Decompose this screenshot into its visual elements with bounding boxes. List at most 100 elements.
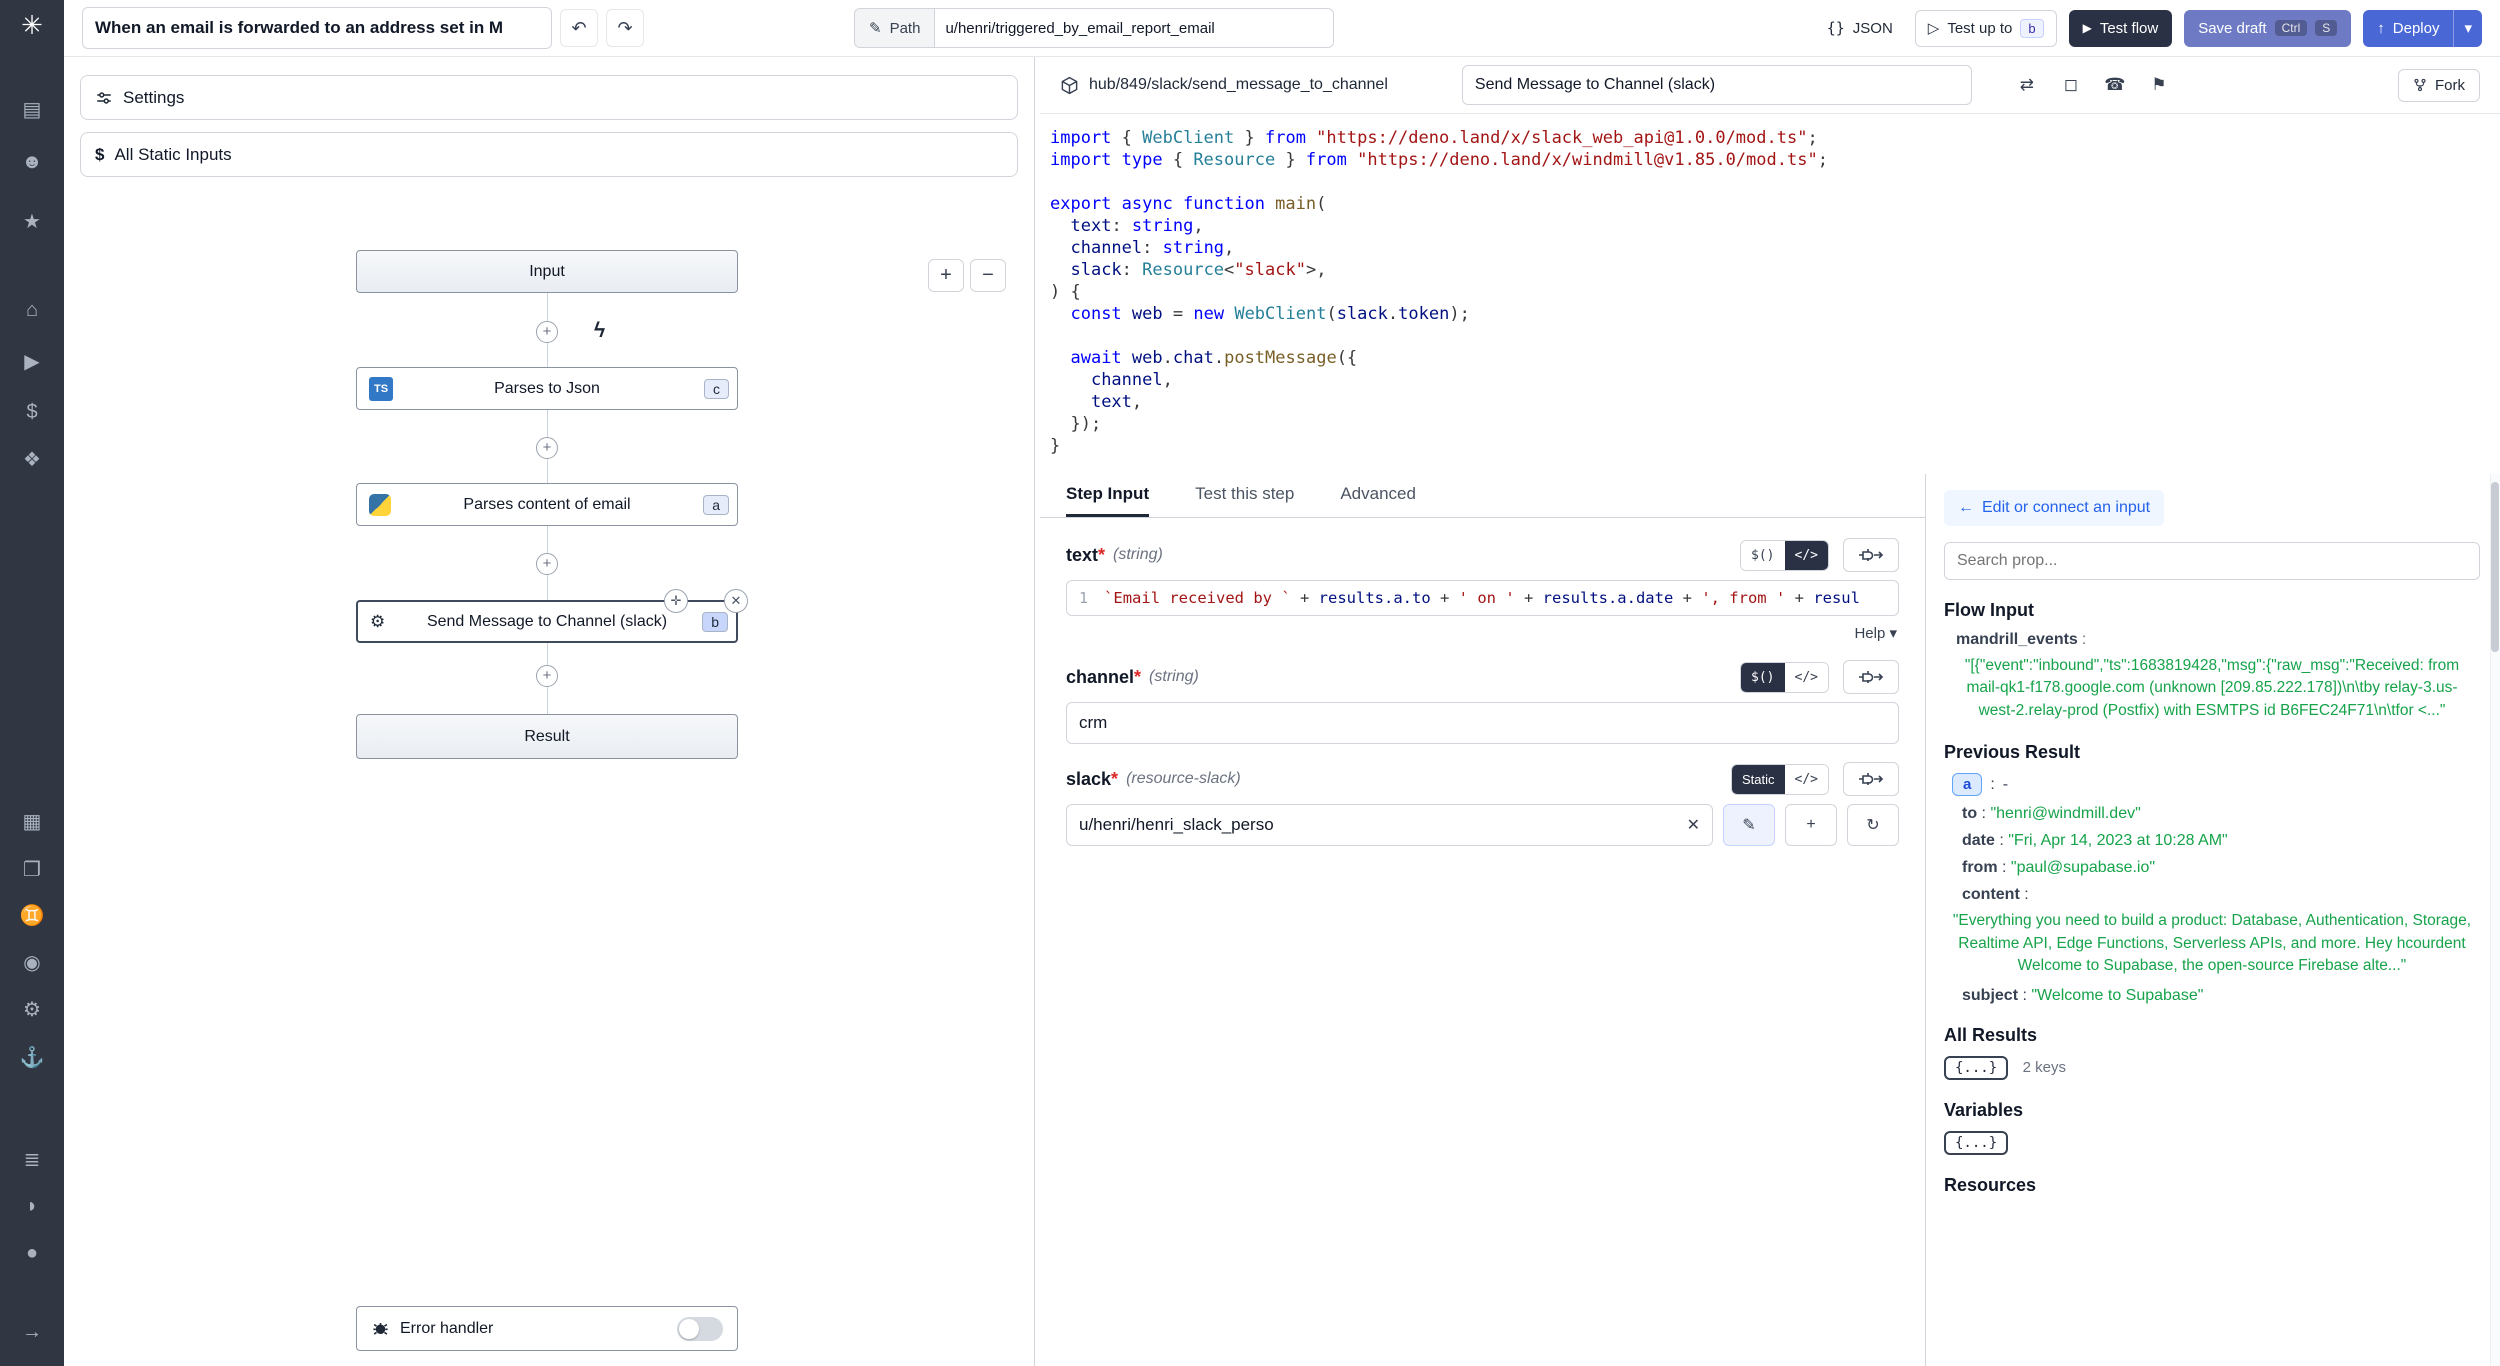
edit-or-connect-button[interactable]: ← Edit or connect an input xyxy=(1944,490,2164,526)
channel-input[interactable] xyxy=(1066,702,1899,744)
refresh-resource-button[interactable]: ↻ xyxy=(1847,804,1899,846)
grid-icon[interactable]: ▤ xyxy=(0,100,64,120)
path-button[interactable]: ✎ Path xyxy=(854,8,934,48)
connect-input-button[interactable] xyxy=(1843,762,1899,796)
code-line: await web.chat.postMessage({ xyxy=(1050,348,2500,370)
clear-resource-icon[interactable]: ✕ xyxy=(1687,815,1700,835)
sync-icon[interactable]: ⇄ xyxy=(2008,67,2046,103)
scrollbar[interactable] xyxy=(2490,474,2500,1366)
flow-title-input[interactable] xyxy=(82,7,552,49)
prop-key[interactable]: to xyxy=(1962,805,1977,822)
zoom-in-button[interactable]: + xyxy=(928,259,964,292)
hub-script-path[interactable]: hub/849/slack/send_message_to_channel xyxy=(1089,76,1388,94)
expr-mode-toggle[interactable]: </> xyxy=(1785,541,1828,570)
test-up-to-button[interactable]: ▷ Test up to b xyxy=(1915,10,2057,47)
move-node-handle[interactable]: ✛ xyxy=(664,589,688,613)
expr-mode-toggle[interactable]: </> xyxy=(1785,765,1828,794)
star-icon[interactable]: ★ xyxy=(0,212,64,232)
search-prop-input[interactable] xyxy=(1944,542,2480,580)
delete-node-button[interactable]: ✕ xyxy=(724,589,748,613)
fork-button[interactable]: Fork xyxy=(2398,69,2480,102)
hub-icon[interactable]: ❖ xyxy=(0,450,64,470)
text-expression-input[interactable]: 1 `Email received by ` + results.a.to + … xyxy=(1066,580,1899,616)
json-button[interactable]: {} JSON xyxy=(1817,11,1903,45)
prop-value[interactable]: "henri@windmill.dev" xyxy=(1990,805,2140,822)
prop-value[interactable]: "Everything you need to build a product:… xyxy=(1944,910,2480,977)
add-resource-button[interactable]: + xyxy=(1785,804,1837,846)
prop-key[interactable]: mandrill_events xyxy=(1956,631,2078,648)
add-step-button[interactable]: + xyxy=(536,321,558,343)
discord-icon[interactable]: ◗ xyxy=(0,1196,64,1216)
undo-icon[interactable]: ↶ xyxy=(560,9,598,47)
gear-icon[interactable]: ⚙ xyxy=(0,1000,64,1020)
book-icon[interactable]: ≣ xyxy=(0,1150,64,1170)
dollar-icon[interactable]: $ xyxy=(0,402,64,422)
result-key-badge[interactable]: a xyxy=(1952,773,1982,796)
test-flow-button[interactable]: ▶ Test flow xyxy=(2069,10,2173,47)
code-line: text, xyxy=(1050,392,2500,414)
eye-icon[interactable]: ◉ xyxy=(0,953,64,973)
connect-input-button[interactable] xyxy=(1843,660,1899,694)
variables-object-pill[interactable]: {...} xyxy=(1944,1131,2008,1155)
phone-icon[interactable]: ☎ xyxy=(2096,67,2134,103)
script-header: hub/849/slack/send_message_to_channel ⇄ … xyxy=(1040,57,2500,114)
add-step-button[interactable]: + xyxy=(536,437,558,459)
calendar-icon[interactable]: ▦ xyxy=(0,812,64,832)
window-icon[interactable]: ◻ xyxy=(2052,67,2090,103)
docker-icon[interactable]: ⚓ xyxy=(0,1048,64,1068)
node-send-message-selected[interactable]: ⚙ Send Message to Channel (slack) b ✛ ✕ xyxy=(356,600,738,643)
prop-value[interactable]: "Welcome to Supabase" xyxy=(2031,987,2203,1004)
users-icon[interactable]: ♊ xyxy=(0,906,64,926)
prop-key[interactable]: content xyxy=(1962,886,2020,903)
static-mode-toggle[interactable]: Static xyxy=(1732,765,1785,794)
node-parses-content-of-email[interactable]: Parses content of email a xyxy=(356,483,738,526)
sliders-icon xyxy=(95,89,113,107)
prop-key[interactable]: from xyxy=(1962,859,1998,876)
node-input[interactable]: Input xyxy=(356,250,738,293)
tab-advanced[interactable]: Advanced xyxy=(1340,474,1416,517)
play-icon[interactable]: ▶ xyxy=(0,352,64,372)
connect-input-button[interactable] xyxy=(1843,538,1899,572)
prop-value[interactable]: "Fri, Apr 14, 2023 at 10:28 AM" xyxy=(2008,832,2227,849)
add-step-button[interactable]: + xyxy=(536,553,558,575)
prop-key[interactable]: date xyxy=(1962,832,1995,849)
node-result[interactable]: Result xyxy=(356,714,738,759)
all-results-object-pill[interactable]: {...} xyxy=(1944,1056,2008,1080)
prop-value[interactable]: "paul@supabase.io" xyxy=(2011,859,2155,876)
field-label-text: text* xyxy=(1066,545,1105,566)
tab-test-this-step[interactable]: Test this step xyxy=(1195,474,1294,517)
folder-icon[interactable]: ❐ xyxy=(0,860,64,880)
user-icon[interactable]: ☻ xyxy=(0,152,64,172)
expr-mode-toggle[interactable]: </> xyxy=(1785,663,1828,692)
save-draft-button[interactable]: Save draft Ctrl S xyxy=(2184,10,2351,47)
node-parses-to-json[interactable]: TS Parses to Json c xyxy=(356,367,738,410)
dollar-icon: $ xyxy=(95,145,104,165)
tab-step-input[interactable]: Step Input xyxy=(1066,474,1149,517)
deploy-dropdown-caret[interactable]: ▾ xyxy=(2453,10,2482,47)
prop-key[interactable]: subject xyxy=(1962,987,2018,1004)
github-icon[interactable]: ● xyxy=(0,1243,64,1263)
zoom-out-button[interactable]: − xyxy=(970,259,1006,292)
home-icon[interactable]: ⌂ xyxy=(0,300,64,320)
static-mode-toggle[interactable]: $() xyxy=(1741,663,1784,692)
windmill-logo-icon[interactable]: ✳ xyxy=(0,10,64,41)
error-handler-toggle[interactable] xyxy=(677,1317,723,1341)
prop-value[interactable]: "[{"event":"inbound","ts":1683819428,"ms… xyxy=(1944,655,2480,722)
edit-resource-button[interactable]: ✎ xyxy=(1723,804,1775,846)
static-mode-toggle[interactable]: $() xyxy=(1741,541,1784,570)
code-editor[interactable]: import { WebClient } from "https://deno.… xyxy=(1040,114,2500,474)
static-inputs-button[interactable]: $ All Static Inputs xyxy=(80,132,1018,177)
flow-settings-button[interactable]: Settings xyxy=(80,75,1018,120)
step-summary-input[interactable] xyxy=(1462,65,1972,105)
error-handler-node[interactable]: Error handler xyxy=(356,1306,738,1351)
deploy-button[interactable]: ↑ Deploy ▾ xyxy=(2363,10,2482,47)
slack-resource-input[interactable]: u/henri/henri_slack_perso ✕ xyxy=(1066,804,1713,846)
trigger-bolt-icon[interactable]: ϟ xyxy=(594,319,605,343)
redo-icon[interactable]: ↷ xyxy=(606,9,644,47)
step-id-badge: c xyxy=(704,379,729,399)
expand-arrow-icon[interactable]: → xyxy=(0,1322,64,1342)
flag-icon[interactable]: ⚑ xyxy=(2140,67,2178,103)
add-step-button[interactable]: + xyxy=(536,665,558,687)
path-input[interactable] xyxy=(934,8,1334,48)
help-link[interactable]: Help ▾ xyxy=(1854,624,1897,642)
